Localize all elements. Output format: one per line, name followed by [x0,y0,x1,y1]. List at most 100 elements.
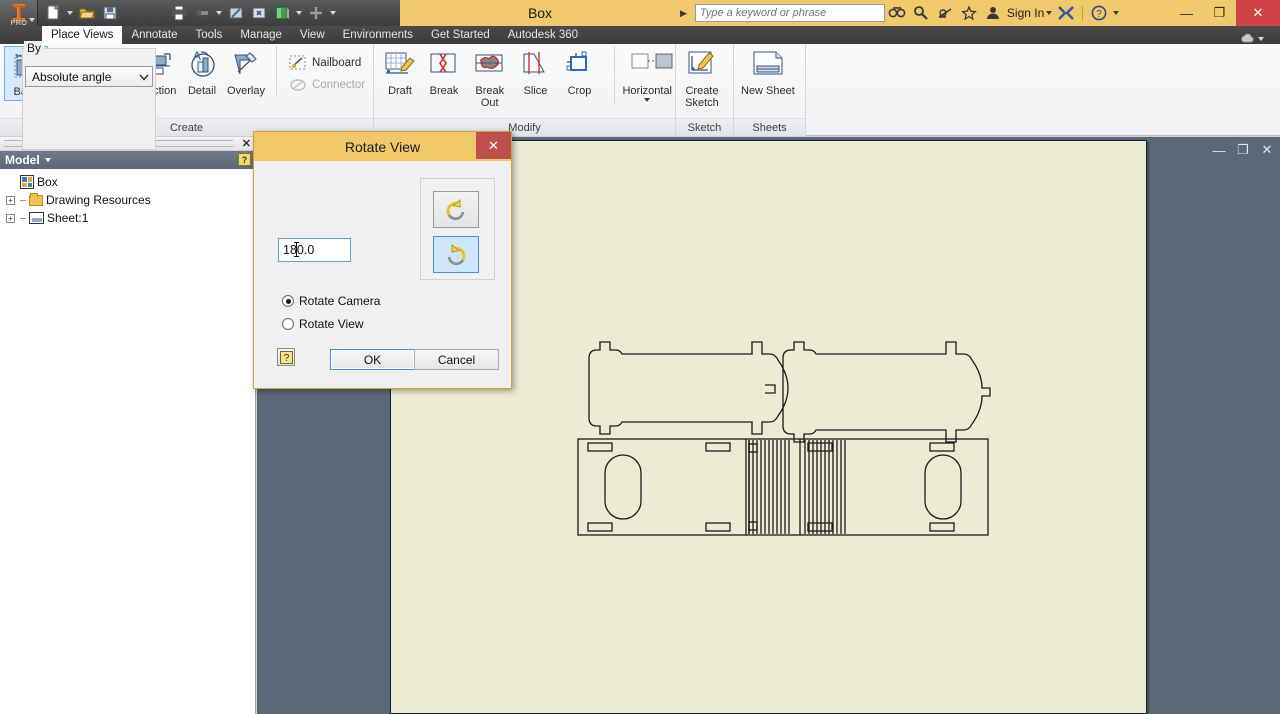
select-icon[interactable] [248,2,270,24]
rotate-view-option[interactable]: Rotate View [282,317,363,331]
dialog-title-bar[interactable]: Rotate View ✕ [254,132,511,161]
break-out-button[interactable]: Break Out [466,46,514,111]
tab-environments[interactable]: Environments [334,26,422,44]
user-account-icon[interactable] [981,0,1005,26]
sheet-icon [29,212,44,224]
tree-item-label: Drawing Resources [46,193,151,207]
horizontal-align-button[interactable]: Horizontal [614,46,672,104]
angle-type-value: Absolute angle [32,70,111,84]
expand-icon[interactable]: + [6,196,15,205]
tree-item-sheet-1[interactable]: + Sheet:1 [6,209,255,227]
slice-button[interactable]: Slice [514,46,558,99]
tree-item-drawing-resources[interactable]: + Drawing Resources [6,191,255,209]
document-minimize-button[interactable]: — [1212,143,1226,157]
redo-icon[interactable] [145,2,167,24]
rotate-camera-option[interactable]: Rotate Camera [282,294,380,308]
document-restore-button[interactable]: ❐ [1236,143,1250,157]
tab-get-started[interactable]: Get Started [422,26,499,44]
search-community-icon[interactable] [885,0,909,26]
overlay-view-button[interactable]: Overlay [224,46,268,99]
return-icon[interactable] [191,2,213,24]
sign-in-link[interactable]: Sign In [1007,6,1044,20]
save-icon[interactable] [99,2,121,24]
document-close-button[interactable]: ✕ [1260,143,1274,157]
tab-annotate[interactable]: Annotate [122,26,186,44]
angle-value-field[interactable] [278,238,351,262]
tab-place-views[interactable]: Place Views [42,26,122,44]
help-icon[interactable]: ? [238,153,251,166]
horizontal-align-icon [629,48,665,84]
chevron-down-icon[interactable] [644,98,650,102]
ribbon: Base Projected Auxiliary [0,44,1280,136]
angle-type-combobox[interactable]: Absolute angle [25,66,153,87]
update-icon[interactable] [225,2,247,24]
expand-icon[interactable]: + [6,214,15,223]
dialog-help-button[interactable]: ? [277,348,295,366]
undo-icon[interactable] [122,2,144,24]
connector-icon [289,76,307,94]
break-out-icon [472,48,508,84]
cloud-icon [1240,33,1255,44]
angle-input[interactable] [278,238,351,262]
crop-button[interactable]: Crop [558,46,602,99]
svg-text:?: ? [283,353,289,364]
new-file-dropdown-icon[interactable] [65,2,75,24]
dialog-close-button[interactable]: ✕ [476,132,511,159]
sign-in-dropdown-icon[interactable] [1044,2,1054,24]
cloud-menu[interactable] [1240,33,1264,44]
radio-icon[interactable] [282,295,294,307]
materials-icon[interactable] [271,2,293,24]
return-dropdown-icon[interactable] [214,2,224,24]
rotate-clockwise-button[interactable] [433,236,479,273]
customize-dropdown-icon[interactable] [328,2,338,24]
ribbon-panels: Base Projected Auxiliary [0,44,1280,118]
tab-autodesk-360[interactable]: Autodesk 360 [499,26,587,44]
subscription-icon[interactable] [933,0,957,26]
cancel-button[interactable]: Cancel [414,349,499,370]
help-search-icon[interactable] [909,0,933,26]
window-controls: — ❐ ✕ [1170,0,1280,26]
search-input[interactable] [700,7,880,19]
draft-view-icon [382,48,418,84]
detail-view-button[interactable]: A Detail [180,46,224,99]
autodesk-exchange-icon[interactable] [1054,0,1078,26]
title-bar: PRO [0,0,1280,26]
break-button[interactable]: Break [422,46,466,99]
rotate-camera-label: Rotate Camera [299,294,380,308]
search-box[interactable] [695,4,885,22]
tab-view[interactable]: View [291,26,334,44]
radio-icon[interactable] [282,318,294,330]
create-sketch-button[interactable]: Create Sketch [680,46,724,111]
overlay-view-label: Overlay [227,85,265,97]
chevron-down-icon[interactable] [29,18,35,22]
print-icon[interactable] [168,2,190,24]
materials-dropdown-icon[interactable] [294,2,304,24]
application-menu-button[interactable]: PRO [0,0,38,26]
tab-tools[interactable]: Tools [186,26,231,44]
assembly-icon [20,175,34,189]
minimize-button[interactable]: — [1170,0,1203,26]
close-icon[interactable]: ✕ [242,137,251,151]
dialog-title: Rotate View [345,139,420,155]
chevron-down-icon[interactable] [45,158,51,162]
new-file-icon[interactable] [42,2,64,24]
new-sheet-button[interactable]: New Sheet [738,46,798,99]
chevron-down-icon[interactable] [138,71,150,83]
new-sheet-icon [750,48,786,84]
open-file-icon[interactable] [76,2,98,24]
title-bar-right: ▶ Sign In [680,0,1280,26]
tree-item-box[interactable]: Box [6,173,255,191]
close-button[interactable]: ✕ [1236,0,1280,26]
ok-button[interactable]: OK [330,349,415,370]
help-question-icon[interactable]: ? [1087,0,1111,26]
nailboard-button[interactable]: Nailboard [285,52,369,74]
draft-view-button[interactable]: Draft [378,46,422,99]
rotate-counterclockwise-button[interactable] [433,191,479,228]
help-dropdown-icon[interactable] [1111,2,1121,24]
favorites-star-icon[interactable] [957,0,981,26]
tab-manage[interactable]: Manage [231,26,291,44]
add-icon[interactable] [305,2,327,24]
maximize-button[interactable]: ❐ [1203,0,1236,26]
horizontal-align-label: Horizontal [622,85,672,97]
browser-header[interactable]: Model ? [0,151,255,169]
